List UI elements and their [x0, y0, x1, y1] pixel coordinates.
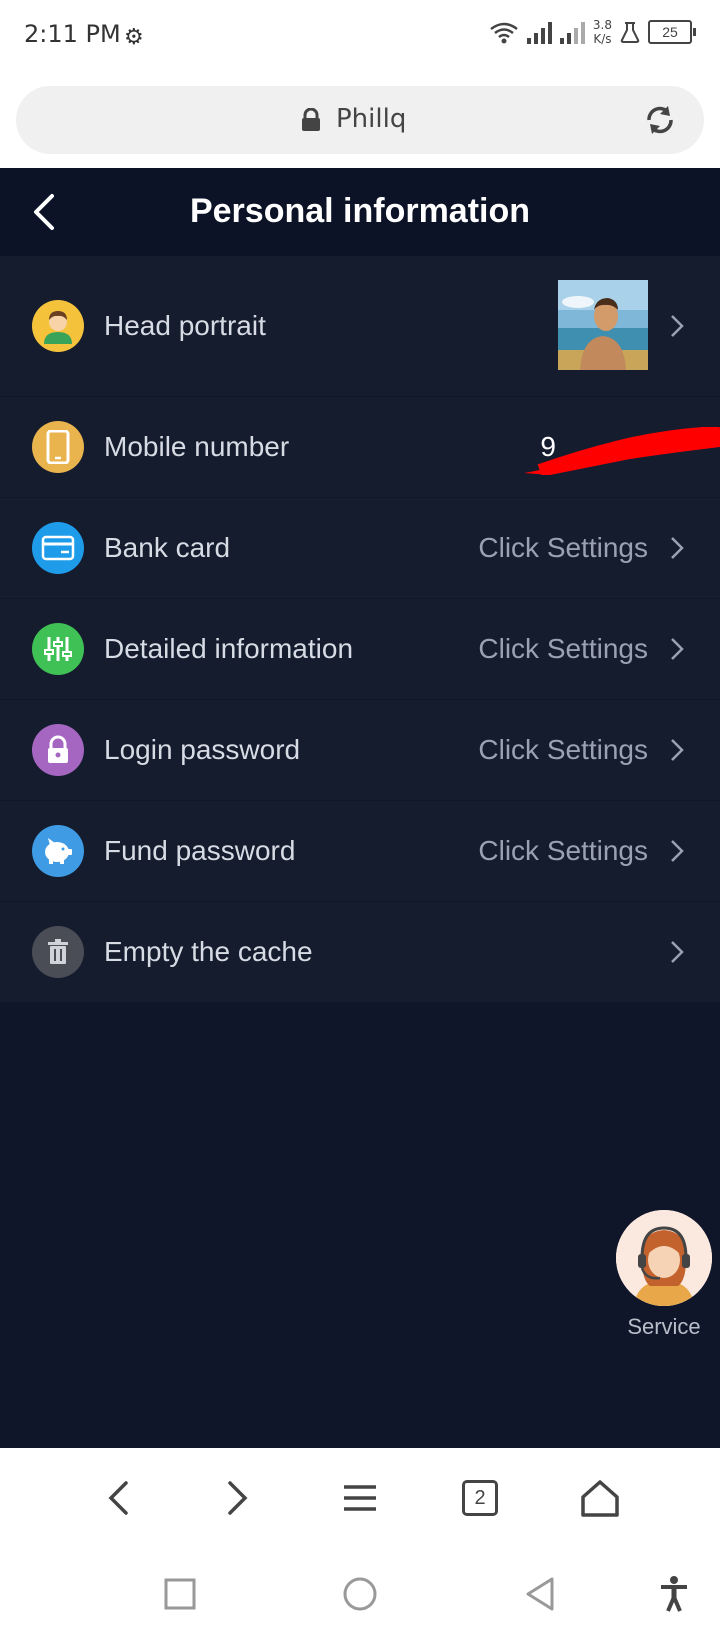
chevron-right-icon [671, 537, 684, 559]
cell-signal-2-icon [559, 20, 585, 44]
reload-icon[interactable] [644, 104, 676, 136]
lab-flask-icon [620, 22, 640, 43]
trash-icon [32, 926, 84, 978]
address-bar[interactable]: Phillq [16, 86, 704, 154]
url-text[interactable]: Phillq [336, 104, 406, 134]
row-value: Click Settings [478, 734, 648, 765]
row-label: Mobile number [104, 431, 290, 462]
row-label: Empty the cache [104, 936, 313, 967]
app-header: Personal information [0, 168, 720, 256]
accessibility-icon[interactable] [652, 1572, 696, 1616]
phone-icon [32, 421, 84, 473]
network-speed-unit: K/s [593, 32, 612, 46]
browser-menu-icon[interactable] [338, 1476, 382, 1520]
chevron-right-icon [671, 941, 684, 963]
row-value: Click Settings [478, 532, 648, 563]
browser-toolbar: 2 [0, 1448, 720, 1548]
chevron-right-icon [671, 638, 684, 660]
sliders-icon [32, 623, 84, 675]
battery-level: 25 [648, 20, 692, 44]
user-face-icon [32, 300, 84, 352]
lock-icon [302, 108, 320, 131]
bank-card-icon [32, 522, 84, 574]
service-label: Service [627, 1314, 701, 1339]
battery-icon: 25 [648, 20, 696, 44]
chevron-right-icon [671, 840, 684, 862]
row-label: Fund password [104, 835, 296, 866]
piggy-bank-icon [32, 825, 84, 877]
home-circle-icon[interactable] [338, 1572, 382, 1616]
redaction-scribble [524, 427, 720, 475]
system-nav-bar [0, 1548, 720, 1640]
browser-forward-icon[interactable] [216, 1476, 260, 1520]
row-label: Bank card [104, 532, 231, 563]
browser-home-icon[interactable] [578, 1476, 622, 1520]
row-login-password[interactable]: Login password Click Settings [0, 700, 720, 801]
tab-count: 2 [462, 1480, 498, 1516]
row-head-portrait[interactable]: Head portrait [0, 256, 720, 397]
settings-list: Head portrait Mobile number 9 Bank card … [0, 256, 720, 1003]
row-label: Detailed information [104, 633, 354, 664]
system-back-icon[interactable] [518, 1572, 562, 1616]
row-fund-password[interactable]: Fund password Click Settings [0, 801, 720, 902]
status-bar: 2:11 PM ⚙ 3.8 K/s 25 [0, 0, 720, 76]
row-value: Click Settings [478, 835, 648, 866]
status-indicators: 3.8 K/s 25 [489, 18, 696, 46]
cell-signal-icon [526, 20, 552, 44]
row-label: Head portrait [104, 310, 266, 341]
wifi-icon [490, 22, 518, 44]
browser-tabs-button[interactable]: 2 [458, 1476, 502, 1520]
profile-photo[interactable] [558, 280, 648, 370]
status-time: 2:11 PM [24, 20, 121, 48]
row-mobile-number[interactable]: Mobile number 9 [0, 397, 720, 498]
page-title: Personal information [189, 192, 531, 230]
customer-service-agent-icon [616, 1210, 712, 1306]
row-value: Click Settings [478, 633, 648, 664]
row-label: Login password [104, 734, 301, 765]
recent-apps-icon[interactable] [158, 1572, 202, 1616]
browser-back-icon[interactable] [96, 1476, 140, 1520]
row-empty-cache[interactable]: Empty the cache [0, 902, 720, 1003]
service-button[interactable]: Service [616, 1210, 712, 1340]
lock-icon [32, 724, 84, 776]
app-screen: Personal information Head portrait Mobil… [0, 168, 720, 1448]
settings-gear-icon: ⚙ [124, 24, 144, 49]
chevron-right-icon [671, 739, 684, 761]
network-speed-value: 3.8 [592, 18, 612, 32]
network-speed: 3.8 K/s [593, 18, 612, 46]
row-bank-card[interactable]: Bank card Click Settings [0, 498, 720, 599]
chevron-right-icon [671, 315, 684, 337]
row-detailed-information[interactable]: Detailed information Click Settings [0, 599, 720, 700]
